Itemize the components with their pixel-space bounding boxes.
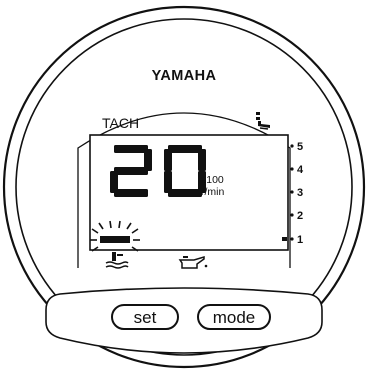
segment-f xyxy=(164,149,172,171)
scale-label-3: 3 xyxy=(297,187,303,199)
trim-bar-1 xyxy=(282,237,287,241)
mode-button-label: mode xyxy=(213,308,256,327)
unit-multiplier: x100 xyxy=(201,174,224,186)
mode-button[interactable]: mode xyxy=(197,304,271,330)
mode-label: TACH xyxy=(102,115,139,131)
scale-label-4: 4 xyxy=(297,164,304,176)
scale-label-1: 1 xyxy=(297,234,303,246)
set-button-label: set xyxy=(134,308,157,327)
segment-d xyxy=(168,189,202,197)
scale-label-2: 2 xyxy=(297,210,303,222)
button-panel xyxy=(45,287,323,354)
segment-g xyxy=(114,167,148,175)
unit-rpm: r/min xyxy=(201,186,224,198)
segment-a xyxy=(168,145,202,153)
segment-a xyxy=(114,145,148,153)
segment-d xyxy=(114,189,148,197)
segment-b xyxy=(198,149,206,171)
set-button[interactable]: set xyxy=(111,304,179,330)
tachometer-gauge: YAMAHA TACH x100 r/min 5 4 3 2 1 set mod… xyxy=(2,5,366,369)
brand-logo-text: YAMAHA xyxy=(152,68,217,84)
scale-label-5: 5 xyxy=(297,141,303,153)
trim-level-bars xyxy=(282,237,287,241)
digit-0 xyxy=(110,145,152,197)
segment-e xyxy=(164,171,172,193)
